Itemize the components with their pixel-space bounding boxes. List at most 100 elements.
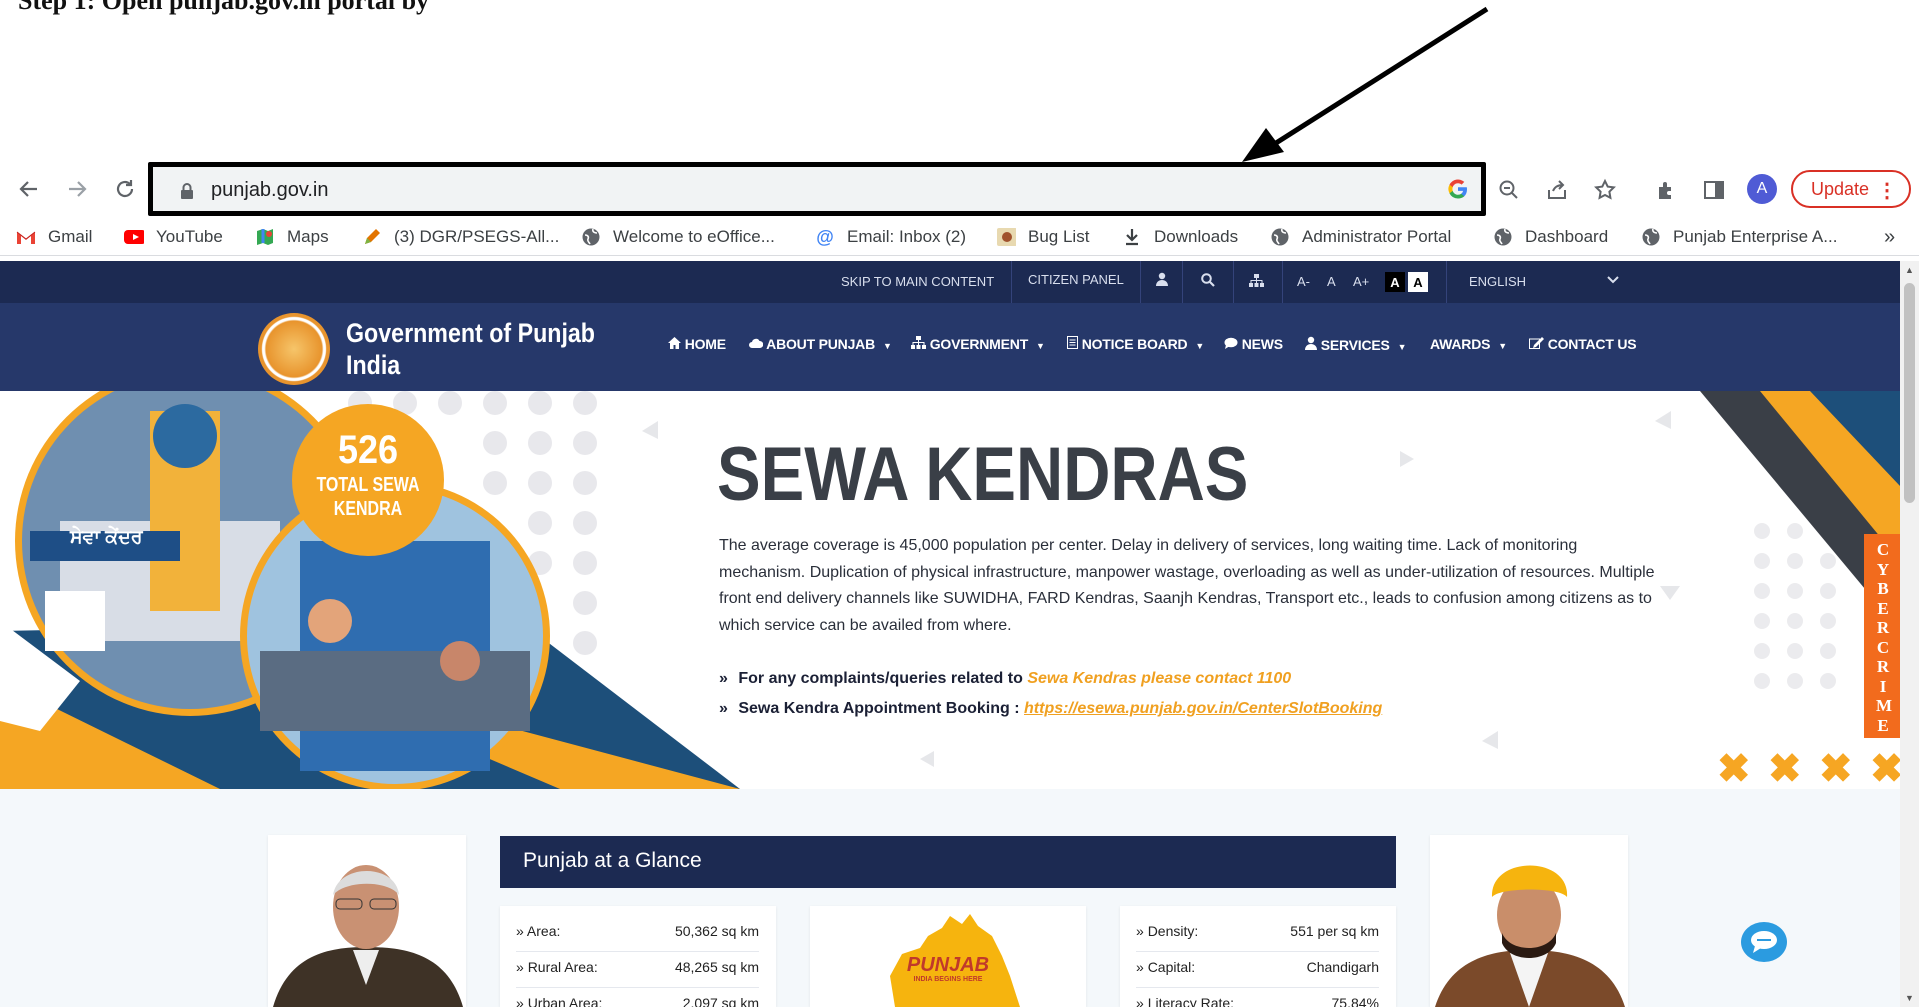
- double-chevron-icon: »: [516, 923, 527, 939]
- scroll-down-icon[interactable]: ▼: [1905, 993, 1914, 1003]
- globe-icon: [581, 227, 601, 247]
- url-text: punjab.gov.in: [211, 179, 329, 201]
- star-icon: [1594, 178, 1616, 200]
- bookmark-admin-portal[interactable]: Administrator Portal: [1270, 224, 1451, 250]
- decorative-x-icon: ✖: [1717, 747, 1751, 791]
- governor-portrait: [268, 835, 466, 1007]
- badge-number: 526: [337, 428, 399, 472]
- badge-label-line1: TOTAL SEWA: [316, 474, 420, 496]
- globe-icon: [1641, 227, 1661, 247]
- skip-to-content-link[interactable]: SKIP TO MAIN CONTENT: [841, 274, 994, 289]
- stat-rural-area: » Rural Area: 48,265 sq km: [516, 959, 759, 975]
- citizen-panel-link[interactable]: CITIZEN PANEL: [1028, 272, 1124, 287]
- search-icon[interactable]: [1201, 273, 1215, 290]
- normal-contrast-button[interactable]: A: [1408, 272, 1428, 292]
- nav-home[interactable]: HOME: [668, 336, 726, 352]
- booking-link[interactable]: https://esewa.punjab.gov.in/CenterSlotBo…: [1024, 700, 1382, 717]
- forward-button[interactable]: [63, 175, 91, 203]
- bookmark-star-button[interactable]: [1591, 176, 1619, 204]
- nav-about-punjab[interactable]: ABOUT PUNJAB ▼: [749, 336, 892, 352]
- high-contrast-button[interactable]: A: [1385, 272, 1405, 292]
- site-title-line2: India: [346, 350, 401, 380]
- governor-photo[interactable]: [268, 835, 466, 1007]
- chat-button[interactable]: [1741, 922, 1787, 962]
- bookmark-downloads[interactable]: Downloads: [1122, 224, 1238, 250]
- update-button[interactable]: Update ⋮: [1791, 170, 1911, 208]
- edit-icon: [1529, 337, 1544, 349]
- reload-button[interactable]: [111, 175, 139, 203]
- decorative-x-icon: ✖: [1768, 747, 1802, 791]
- user-icon[interactable]: [1156, 272, 1168, 289]
- profile-avatar[interactable]: A: [1747, 174, 1777, 204]
- site-title[interactable]: Government of Punjab India: [346, 317, 595, 381]
- font-increase-button[interactable]: A+: [1353, 274, 1369, 289]
- reload-icon: [116, 180, 134, 198]
- bookmark-bug-list[interactable]: Bug List: [996, 224, 1089, 250]
- scrollbar-thumb[interactable]: [1904, 283, 1915, 503]
- map-label: PUNJAB: [906, 954, 990, 976]
- badge-label-line2: KENDRA: [333, 498, 403, 520]
- side-panel-button[interactable]: [1700, 176, 1728, 204]
- bookmark-maps[interactable]: Maps: [255, 224, 329, 250]
- scroll-up-icon[interactable]: ▲: [1905, 265, 1914, 275]
- extensions-button[interactable]: [1652, 176, 1680, 204]
- google-icon[interactable]: [1447, 178, 1469, 200]
- menu-dots-icon[interactable]: ⋮: [1877, 178, 1897, 203]
- sewa-kendra-banner[interactable]: 526 TOTAL SEWA KENDRA ਸੇਵਾ ਕੇਂਦਰ SEWA KE…: [0, 391, 1900, 789]
- stat-area: » Area: 50,362 sq km: [516, 923, 759, 939]
- cyber-crime-tab[interactable]: CYBERCRIME: [1864, 534, 1902, 738]
- font-decrease-button[interactable]: A-: [1297, 274, 1310, 289]
- nav-notice-board[interactable]: NOTICE BOARD ▼: [1067, 336, 1204, 352]
- nav-news[interactable]: NEWS: [1224, 336, 1283, 352]
- at-icon: @: [816, 226, 834, 247]
- zoom-out-icon: [1499, 180, 1518, 199]
- double-chevron-icon: »: [1136, 959, 1148, 975]
- zoom-button[interactable]: [1495, 176, 1523, 204]
- stat-urban-area: » Urban Area: 2,097 sq km: [516, 995, 759, 1007]
- divider: [1446, 261, 1447, 303]
- language-select[interactable]: ENGLISH: [1469, 274, 1526, 289]
- banner-title: SEWA KENDRAS: [717, 432, 1249, 517]
- back-button[interactable]: [15, 175, 43, 203]
- bookmark-email[interactable]: @ Email: Inbox (2): [815, 224, 966, 250]
- chat-bubble-icon: [1751, 931, 1777, 953]
- share-button[interactable]: [1543, 176, 1571, 204]
- side-panel-icon: [1704, 181, 1724, 199]
- more-bookmarks-button[interactable]: »: [1884, 224, 1895, 250]
- double-chevron-icon: »: [719, 670, 728, 687]
- divider: [1233, 261, 1234, 303]
- page-scrollbar[interactable]: ▲ ▼: [1900, 261, 1919, 1007]
- divider: [1011, 261, 1012, 303]
- sitemap-icon[interactable]: [1249, 274, 1264, 290]
- address-bar[interactable]: punjab.gov.in: [148, 162, 1486, 216]
- nav-awards[interactable]: AWARDS ▼: [1430, 336, 1507, 352]
- divider: [1136, 987, 1379, 988]
- punjab-emblem-logo: [258, 313, 330, 385]
- double-chevron-icon: »: [1136, 923, 1148, 939]
- divider: [1282, 261, 1283, 303]
- stat-capital: » Capital: Chandigarh: [1136, 959, 1379, 975]
- glance-title: Punjab at a Glance: [500, 836, 1396, 888]
- bookmark-dashboard[interactable]: Dashboard: [1493, 224, 1608, 250]
- nav-government[interactable]: GOVERNMENT ▼: [911, 336, 1045, 352]
- chief-minister-portrait: [1430, 835, 1628, 1007]
- punjab-map-card[interactable]: PUNJAB INDIA BEGINS HERE: [810, 906, 1086, 1007]
- bookmark-dgr[interactable]: (3) DGR/PSEGS-All...: [362, 224, 559, 250]
- double-chevron-icon: »: [1136, 995, 1148, 1007]
- banner-description: The average coverage is 45,000 populatio…: [719, 537, 1655, 634]
- bookmark-eoffice[interactable]: Welcome to eOffice...: [581, 224, 775, 250]
- chief-minister-photo[interactable]: [1430, 835, 1628, 1007]
- bookmark-punjab-enterprise[interactable]: Punjab Enterprise A...: [1641, 224, 1837, 250]
- document-icon: [1067, 336, 1078, 349]
- gmail-icon: [16, 227, 36, 247]
- bookmark-gmail[interactable]: Gmail: [16, 224, 92, 250]
- font-normal-button[interactable]: A: [1327, 274, 1336, 289]
- divider: [1182, 261, 1183, 303]
- nav-services[interactable]: SERVICES ▼: [1305, 336, 1407, 353]
- chevron-down-icon[interactable]: [1606, 273, 1620, 288]
- nav-contact-us[interactable]: CONTACT US: [1529, 336, 1637, 352]
- divider: [516, 951, 759, 952]
- bookmark-youtube[interactable]: YouTube: [124, 224, 223, 250]
- site-title-line1: Government of Punjab: [346, 318, 595, 348]
- document-caption-area: Step 1: Open punjab.gov.in portal by: [0, 0, 1919, 162]
